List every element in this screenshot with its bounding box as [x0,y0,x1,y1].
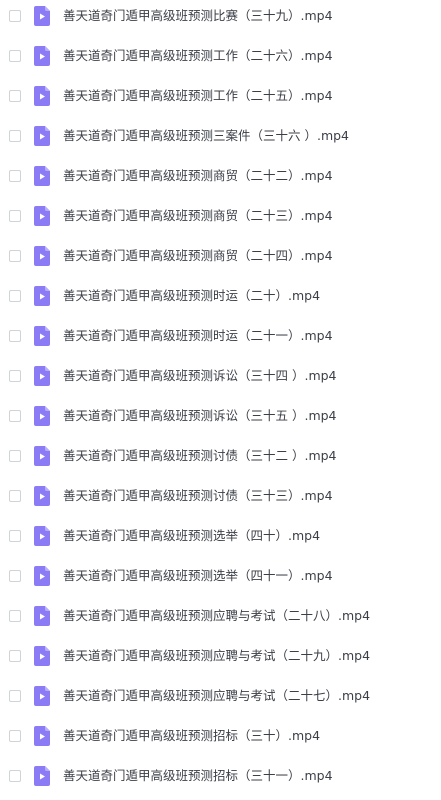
select-checkbox[interactable] [9,410,21,422]
file-row[interactable]: 善天道奇门遁甲高级班预测工作（二十六）.mp4 [0,36,441,76]
file-name[interactable]: 善天道奇门遁甲高级班预测三案件（三十六 ）.mp4 [63,126,349,146]
file-name[interactable]: 善天道奇门遁甲高级班预测商贸（二十二）.mp4 [63,166,333,186]
file-name[interactable]: 善天道奇门遁甲高级班预测讨债（三十三）.mp4 [63,486,333,506]
file-name[interactable]: 善天道奇门遁甲高级班预测时运（二十一）.mp4 [63,326,333,346]
file-name[interactable]: 善天道奇门遁甲高级班预测应聘与考试（二十八）.mp4 [63,606,370,626]
file-row[interactable]: 善天道奇门遁甲高级班预测讨债（三十三）.mp4 [0,476,441,516]
video-file-icon [34,526,50,546]
video-file-icon [34,246,50,266]
file-row[interactable]: 善天道奇门遁甲高级班预测商贸（二十二）.mp4 [0,156,441,196]
select-checkbox[interactable] [9,770,21,782]
select-checkbox[interactable] [9,650,21,662]
select-checkbox[interactable] [9,290,21,302]
file-row[interactable]: 善天道奇门遁甲高级班预测讨债（三十二 ）.mp4 [0,436,441,476]
file-row[interactable]: 善天道奇门遁甲高级班预测工作（二十五）.mp4 [0,76,441,116]
select-checkbox[interactable] [9,130,21,142]
file-list: 善天道奇门遁甲高级班预测比赛（三十九）.mp4 善天道奇门遁甲高级班预测工作（二十… [0,0,441,800]
video-file-icon [34,206,50,226]
file-name[interactable]: 善天道奇门遁甲高级班预测商贸（二十三）.mp4 [63,206,333,226]
video-file-icon [34,486,50,506]
file-name[interactable]: 善天道奇门遁甲高级班预测工作（二十五）.mp4 [63,86,333,106]
video-file-icon [34,686,50,706]
select-checkbox[interactable] [9,690,21,702]
file-name[interactable]: 善天道奇门遁甲高级班预测选举（四十一）.mp4 [63,566,333,586]
video-file-icon [34,126,50,146]
file-row[interactable]: 善天道奇门遁甲高级班预测招标（三十）.mp4 [0,716,441,756]
select-checkbox[interactable] [9,490,21,502]
video-file-icon [34,286,50,306]
file-name[interactable]: 善天道奇门遁甲高级班预测诉讼（三十五 ）.mp4 [63,406,337,426]
select-checkbox[interactable] [9,210,21,222]
video-file-icon [34,406,50,426]
video-file-icon [34,166,50,186]
file-row[interactable]: 善天道奇门遁甲高级班预测商贸（二十三）.mp4 [0,196,441,236]
video-file-icon [34,606,50,626]
file-name[interactable]: 善天道奇门遁甲高级班预测选举（四十）.mp4 [63,526,320,546]
file-name[interactable]: 善天道奇门遁甲高级班预测讨债（三十二 ）.mp4 [63,446,337,466]
select-checkbox[interactable] [9,370,21,382]
file-row[interactable]: 善天道奇门遁甲高级班预测选举（四十一）.mp4 [0,556,441,596]
video-file-icon [34,86,50,106]
select-checkbox[interactable] [9,50,21,62]
select-checkbox[interactable] [9,330,21,342]
video-file-icon [34,726,50,746]
file-name[interactable]: 善天道奇门遁甲高级班预测诉讼（三十四 ）.mp4 [63,366,337,386]
file-row[interactable]: 善天道奇门遁甲高级班预测时运（二十一）.mp4 [0,316,441,356]
video-file-icon [34,566,50,586]
select-checkbox[interactable] [9,450,21,462]
select-checkbox[interactable] [9,170,21,182]
video-file-icon [34,6,50,26]
video-file-icon [34,326,50,346]
select-checkbox[interactable] [9,530,21,542]
file-row[interactable]: 善天道奇门遁甲高级班预测选举（四十）.mp4 [0,516,441,556]
video-file-icon [34,766,50,786]
file-name[interactable]: 善天道奇门遁甲高级班预测比赛（三十九）.mp4 [63,6,333,26]
select-checkbox[interactable] [9,730,21,742]
file-name[interactable]: 善天道奇门遁甲高级班预测应聘与考试（二十九）.mp4 [63,646,370,666]
file-name[interactable]: 善天道奇门遁甲高级班预测工作（二十六）.mp4 [63,46,333,66]
video-file-icon [34,446,50,466]
file-row[interactable]: 善天道奇门遁甲高级班预测诉讼（三十四 ）.mp4 [0,356,441,396]
file-row[interactable]: 善天道奇门遁甲高级班预测商贸（二十四）.mp4 [0,236,441,276]
file-row[interactable]: 善天道奇门遁甲高级班预测比赛（三十九）.mp4 [0,0,441,36]
file-row[interactable]: 善天道奇门遁甲高级班预测三案件（三十六 ）.mp4 [0,116,441,156]
video-file-icon [34,46,50,66]
select-checkbox[interactable] [9,10,21,22]
file-row[interactable]: 善天道奇门遁甲高级班预测应聘与考试（二十九）.mp4 [0,636,441,676]
file-row[interactable]: 善天道奇门遁甲高级班预测招标（三十一）.mp4 [0,756,441,796]
file-name[interactable]: 善天道奇门遁甲高级班预测应聘与考试（二十七）.mp4 [63,686,370,706]
video-file-icon [34,646,50,666]
file-row[interactable]: 善天道奇门遁甲高级班预测应聘与考试（二十七）.mp4 [0,676,441,716]
file-row[interactable]: 善天道奇门遁甲高级班预测时运（二十）.mp4 [0,276,441,316]
file-row[interactable]: 善天道奇门遁甲高级班预测诉讼（三十五 ）.mp4 [0,396,441,436]
select-checkbox[interactable] [9,570,21,582]
file-name[interactable]: 善天道奇门遁甲高级班预测招标（三十）.mp4 [63,726,320,746]
file-name[interactable]: 善天道奇门遁甲高级班预测时运（二十）.mp4 [63,286,320,306]
file-name[interactable]: 善天道奇门遁甲高级班预测招标（三十一）.mp4 [63,766,333,786]
select-checkbox[interactable] [9,90,21,102]
select-checkbox[interactable] [9,250,21,262]
file-name[interactable]: 善天道奇门遁甲高级班预测商贸（二十四）.mp4 [63,246,333,266]
file-row[interactable]: 善天道奇门遁甲高级班预测应聘与考试（二十八）.mp4 [0,596,441,636]
select-checkbox[interactable] [9,610,21,622]
video-file-icon [34,366,50,386]
